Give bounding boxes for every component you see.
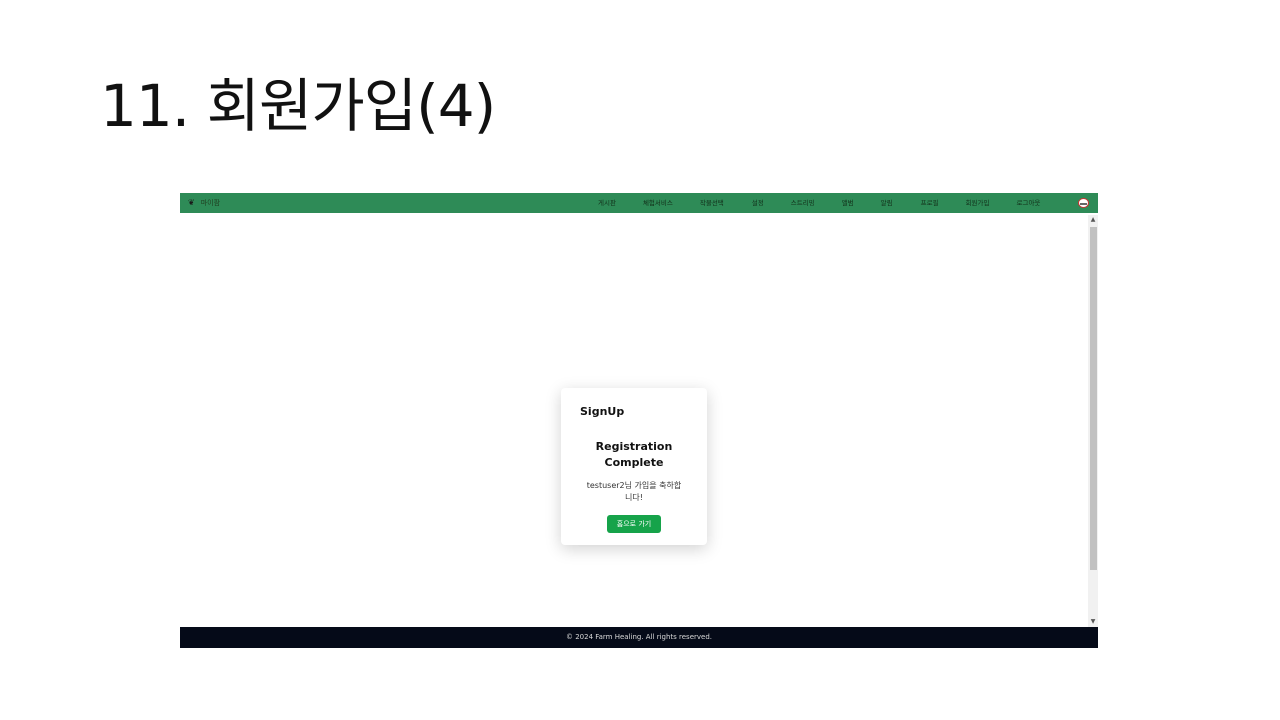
scroll-up-icon[interactable]: ▲ xyxy=(1088,215,1098,225)
nav-item-notifications[interactable]: 알림 xyxy=(881,193,893,213)
card-heading: SignUp xyxy=(580,405,625,418)
nav-item-streaming[interactable]: 스트리밍 xyxy=(791,193,815,213)
scroll-down-icon[interactable]: ▼ xyxy=(1088,617,1098,627)
top-navbar: ❦ 마이팜 게시판 체험서비스 작물선택 설정 스트리밍 앨범 알림 프로필 회… xyxy=(180,193,1098,213)
vertical-scrollbar[interactable]: ▲ ▼ xyxy=(1088,215,1098,627)
signup-complete-card: SignUp Registration Complete testuser2님 … xyxy=(561,388,707,545)
message-line-2: 니다! xyxy=(625,493,643,502)
nav-item-board[interactable]: 게시판 xyxy=(598,193,616,213)
brand[interactable]: ❦ 마이팜 xyxy=(188,193,220,213)
nav-item-logout[interactable]: 로그아웃 xyxy=(1016,193,1040,213)
message-line-1: testuser2님 가입을 축하합 xyxy=(586,481,682,490)
leaf-icon: ❦ xyxy=(188,198,195,207)
scroll-thumb[interactable] xyxy=(1090,227,1097,570)
nav-item-experience-service[interactable]: 체험서비스 xyxy=(643,193,673,213)
main-content: SignUp Registration Complete testuser2님 … xyxy=(180,213,1088,627)
nav-menu: 게시판 체험서비스 작물선택 설정 스트리밍 앨범 알림 프로필 회원가입 로그… xyxy=(598,193,1040,213)
nav-item-crop-selection[interactable]: 작물선택 xyxy=(700,193,724,213)
slide: 11. 회원가입(4) ❦ 마이팜 게시판 체험서비스 작물선택 설정 스트리밍… xyxy=(0,0,1280,720)
user-avatar-icon[interactable] xyxy=(1078,198,1089,208)
registration-complete-title: Registration Complete xyxy=(561,439,707,471)
welcome-message: testuser2님 가입을 축하합 니다! xyxy=(579,480,689,504)
title-line-2: Complete xyxy=(604,456,664,469)
go-home-button[interactable]: 홈으로 가기 xyxy=(607,515,661,533)
nav-item-album[interactable]: 앨범 xyxy=(842,193,854,213)
nav-item-profile[interactable]: 프로필 xyxy=(921,193,939,213)
slide-title: 11. 회원가입(4) xyxy=(100,72,496,140)
footer: © 2024 Farm Healing. All rights reserved… xyxy=(180,627,1098,648)
nav-item-signup[interactable]: 회원가입 xyxy=(966,193,990,213)
title-line-1: Registration xyxy=(595,440,673,453)
nav-item-settings[interactable]: 설정 xyxy=(752,193,764,213)
app-screenshot: ❦ 마이팜 게시판 체험서비스 작물선택 설정 스트리밍 앨범 알림 프로필 회… xyxy=(180,193,1098,648)
brand-label: 마이팜 xyxy=(200,199,221,207)
